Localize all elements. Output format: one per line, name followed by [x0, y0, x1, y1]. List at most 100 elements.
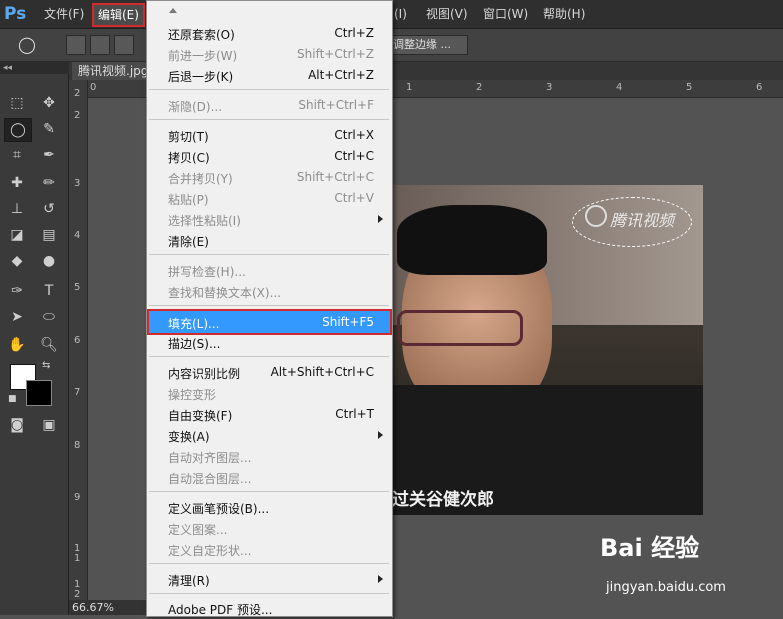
menu-item-step-backward[interactable]: 后退一步(K) Alt+Ctrl+Z	[147, 65, 392, 86]
path-selection-tool-icon[interactable]: ➤	[4, 306, 30, 328]
menu-separator	[149, 119, 389, 120]
canvas-image[interactable]: 腾讯视频 过关谷健次郎	[392, 185, 703, 515]
swap-colors-icon[interactable]: ⇆	[42, 360, 50, 371]
blur-tool-icon[interactable]: ◆	[4, 250, 30, 272]
quick-mask-icon[interactable]: ◙	[4, 414, 30, 436]
ruler-label: 4	[74, 230, 81, 241]
menu-item-free-transform[interactable]: 自由变换(F) Ctrl+T	[147, 404, 392, 425]
menu-window[interactable]: 窗口(W)	[483, 0, 528, 28]
menu-item-step-forward[interactable]: 前进一步(W) Shift+Ctrl+Z	[147, 44, 392, 65]
menu-separator	[149, 305, 389, 306]
menu-item-paste-special[interactable]: 选择性粘贴(I)	[147, 209, 392, 230]
pen-tool-icon[interactable]: ✑	[4, 280, 30, 302]
menu-item-find-replace[interactable]: 查找和替换文本(X)...	[147, 281, 392, 302]
type-tool-icon[interactable]: T	[36, 280, 62, 302]
ruler-label: 2	[74, 88, 81, 99]
marquee-tool-icon[interactable]: ⬚	[4, 92, 30, 114]
ruler-label: 7	[74, 387, 81, 398]
edit-dropdown-menu: 还原套索(O) Ctrl+Z 前进一步(W) Shift+Ctrl+Z 后退一步(K…	[146, 0, 393, 617]
menu-item-transform[interactable]: 变换(A)	[147, 425, 392, 446]
ruler-left: 2 2 3 4 5 6 7 8 9 1 0 1 1 1 2 1 3 1 4	[69, 80, 88, 615]
menu-item-copy-merged[interactable]: 合并拷贝(Y) Shift+Ctrl+C	[147, 167, 392, 188]
shape-tool-icon[interactable]: ⬭	[36, 306, 62, 328]
new-selection-button[interactable]	[66, 35, 86, 55]
video-watermark-text: 腾讯视频	[610, 211, 675, 230]
menu-view[interactable]: 视图(V)	[426, 0, 468, 28]
menu-item-stroke[interactable]: 描边(S)...	[147, 332, 392, 353]
submenu-arrow-icon	[378, 431, 383, 439]
history-brush-tool-icon[interactable]: ↺	[36, 198, 62, 220]
menu-separator	[149, 563, 389, 564]
baidu-jingyan-url: jingyan.baidu.com	[606, 580, 726, 595]
menu-item-adobe-pdf-presets[interactable]: Adobe PDF 预设...	[147, 598, 392, 619]
default-colors-icon[interactable]: ■	[8, 394, 17, 404]
menu-item-copy[interactable]: 拷贝(C) Ctrl+C	[147, 146, 392, 167]
ruler-label: 8	[74, 440, 81, 451]
ruler-label: 1 1	[74, 543, 81, 564]
ruler-label: 5	[74, 282, 81, 293]
ruler-label: 6	[74, 335, 81, 346]
menu-help[interactable]: 帮助(H)	[543, 0, 585, 28]
menu-item-fade[interactable]: 渐隐(D)... Shift+Ctrl+F	[147, 95, 392, 116]
quick-selection-tool-icon[interactable]: ✎	[36, 118, 62, 140]
lasso-tool-icon[interactable]: ◯	[4, 118, 32, 142]
menu-item-clear[interactable]: 清除(E)	[147, 230, 392, 251]
menu-item-define-pattern[interactable]: 定义图案...	[147, 518, 392, 539]
menu-item-define-brush[interactable]: 定义画笔预设(B)...	[147, 497, 392, 518]
photoshop-logo: Ps	[4, 4, 27, 24]
ruler-label: 2	[476, 82, 483, 93]
menu-item-content-aware-scale[interactable]: 内容识别比例 Alt+Shift+Ctrl+C	[147, 362, 392, 383]
photo-glasses	[397, 310, 523, 346]
ruler-label: 4	[616, 82, 623, 93]
document-tab[interactable]: 腾讯视频.jpg	[72, 62, 155, 80]
menu-item-spell-check[interactable]: 拼写检查(H)...	[147, 260, 392, 281]
eraser-tool-icon[interactable]: ◪	[4, 224, 30, 246]
clone-stamp-tool-icon[interactable]: ⊥	[4, 198, 30, 220]
menu-item-cut[interactable]: 剪切(T) Ctrl+X	[147, 125, 392, 146]
menu-item-auto-align-layers[interactable]: 自动对齐图层...	[147, 446, 392, 467]
menu-edit[interactable]: 编辑(E)	[92, 3, 145, 27]
ruler-label: 3	[74, 178, 81, 189]
refine-edge-button[interactable]: 调整边缘 ...	[388, 35, 468, 55]
menu-separator	[149, 254, 389, 255]
ruler-label: 1	[406, 82, 413, 93]
zoom-tool-icon[interactable]: 🔍︎	[36, 334, 62, 356]
eyedropper-tool-icon[interactable]: ✒	[36, 144, 62, 166]
move-tool-icon[interactable]: ✥	[36, 92, 62, 114]
menu-image-partial[interactable]: (I)	[394, 0, 407, 28]
menu-separator	[149, 89, 389, 90]
menu-item-purge[interactable]: 清理(R)	[147, 569, 392, 590]
menu-separator	[149, 491, 389, 492]
brush-tool-icon[interactable]: ✏	[36, 172, 62, 194]
toolbox-collapse-icon[interactable]: ◂◂	[0, 62, 71, 74]
menu-item-define-custom-shape[interactable]: 定义自定形状...	[147, 539, 392, 560]
ruler-label: 5	[686, 82, 693, 93]
healing-brush-tool-icon[interactable]: ✚	[4, 172, 30, 194]
menu-item-undo[interactable]: 还原套索(O) Ctrl+Z	[147, 23, 392, 44]
menu-file[interactable]: 文件(F)	[44, 0, 84, 28]
scroll-up-icon[interactable]	[169, 8, 177, 13]
ruler-label: 0	[90, 82, 97, 93]
ruler-label: 2	[74, 110, 81, 121]
video-subtitle: 过关谷健次郎	[392, 490, 494, 510]
screen-mode-icon[interactable]: ▣	[36, 414, 62, 436]
crop-tool-icon[interactable]: ⌗	[4, 144, 30, 166]
add-to-selection-button[interactable]	[90, 35, 110, 55]
hand-tool-icon[interactable]: ✋	[4, 334, 30, 356]
toolbox: ◂◂ ⬚ ✥ ◯ ✎ ⌗ ✒ ✚ ✏ ⊥ ↺ ◪ ▤ ◆ ● ✑ T ➤ ⬭ ✋…	[0, 62, 71, 615]
baidu-jingyan-logo: Bai 经验	[600, 534, 700, 562]
dodge-tool-icon[interactable]: ●	[36, 250, 62, 272]
menu-item-auto-blend-layers[interactable]: 自动混合图层...	[147, 467, 392, 488]
background-color-swatch[interactable]	[26, 380, 52, 406]
ruler-label: 1 2	[74, 579, 81, 600]
submenu-arrow-icon	[378, 215, 383, 223]
menu-item-paste[interactable]: 粘贴(P) Ctrl+V	[147, 188, 392, 209]
play-icon	[585, 205, 607, 227]
menu-separator	[149, 593, 389, 594]
photo-hair	[397, 205, 547, 275]
ruler-label: 9	[74, 492, 81, 503]
subtract-selection-button[interactable]	[114, 35, 134, 55]
lasso-preset-icon[interactable]: ◯	[18, 35, 36, 54]
menu-item-puppet-warp[interactable]: 操控变形	[147, 383, 392, 404]
gradient-tool-icon[interactable]: ▤	[36, 224, 62, 246]
